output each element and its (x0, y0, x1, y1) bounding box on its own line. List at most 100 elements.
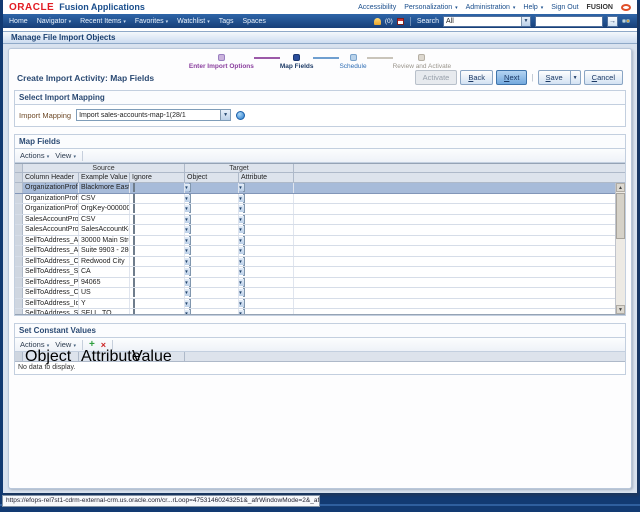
save-button[interactable]: Save (537, 70, 571, 85)
table-row[interactable]: OrganizationProfile_P OrgKey-0000003 ▼ ▼ (15, 204, 615, 215)
ignore-checkbox[interactable] (133, 225, 135, 234)
ignore-checkbox[interactable] (133, 246, 135, 255)
attribute-select[interactable]: ▼ (239, 193, 245, 203)
ignore-checkbox[interactable] (133, 214, 135, 224)
ignore-checkbox[interactable] (133, 204, 135, 213)
object-select[interactable]: ▼ (185, 204, 191, 213)
search-go-button[interactable]: → (607, 15, 618, 27)
nav-recent-items[interactable]: Recent Items ▾ (80, 18, 126, 25)
column-header-object: Object (23, 349, 79, 365)
sign-out-link[interactable]: Sign Out (551, 4, 578, 11)
import-mapping-select[interactable]: Import sales-accounts-map-1(28/1 ▼ (76, 109, 232, 121)
table-row[interactable]: SellToAddress_Postal 94065 ▼ ▼ (15, 277, 615, 288)
ignore-checkbox[interactable] (133, 267, 135, 276)
object-select[interactable]: ▼ (185, 246, 191, 255)
ignore-checkbox[interactable] (133, 277, 135, 287)
filler-cell (615, 173, 625, 182)
attribute-cell: ▼ (239, 183, 294, 193)
help-menu[interactable]: Help ▾ (523, 4, 543, 11)
train-step-map-fields[interactable]: Map Fields (280, 54, 313, 70)
advanced-search-icon[interactable] (622, 17, 631, 25)
column-header-cell: SellToAddress_Identif (23, 298, 79, 308)
attribute-select[interactable]: ▼ (239, 246, 245, 255)
table-row[interactable]: SellToAddress_City Redwood City ▼ ▼ (15, 256, 615, 267)
ignore-checkbox[interactable] (133, 235, 135, 245)
attribute-select[interactable]: ▼ (239, 256, 245, 266)
table-row[interactable]: SalesAccountProfile_I CSV ▼ ▼ (15, 214, 615, 225)
object-select[interactable]: ▼ (185, 193, 191, 203)
table-row[interactable]: OrganizationProfile_C Blackmore East Cor… (15, 183, 615, 194)
object-select[interactable]: ▼ (185, 225, 191, 234)
object-select[interactable]: ▼ (185, 298, 191, 308)
row-header-cell (15, 288, 23, 298)
object-select[interactable]: ▼ (185, 256, 191, 266)
table-row[interactable]: SellToAddress_Count US ▼ ▼ (15, 288, 615, 299)
ignore-checkbox[interactable] (133, 193, 135, 203)
object-select[interactable]: ▼ (185, 214, 191, 224)
accessibility-link[interactable]: Accessibility (358, 4, 396, 11)
calendar-icon[interactable] (396, 17, 404, 25)
object-select[interactable]: ▼ (185, 309, 191, 314)
table-row[interactable]: OrganizationProfile_P CSV ▼ ▼ (15, 193, 615, 204)
ignore-checkbox[interactable] (133, 256, 135, 266)
table-row[interactable]: SellToAddress_Addre Suite 9903 - 2803 ▼ … (15, 246, 615, 257)
nav-watchlist[interactable]: Watchlist ▾ (177, 18, 210, 25)
chevron-down-icon: ▾ (73, 154, 76, 160)
scroll-down-icon[interactable]: ▼ (616, 305, 625, 314)
search-scope-select[interactable]: All ▼ (443, 15, 531, 27)
object-select[interactable]: ▼ (185, 277, 191, 287)
save-menu-chevron-down-icon[interactable]: ▼ (570, 70, 581, 85)
object-select[interactable]: ▼ (185, 267, 191, 276)
ignore-checkbox[interactable] (133, 288, 135, 297)
train-stops: Enter Import Options Map Fields Schedule (14, 54, 626, 70)
administration-menu[interactable]: Administration ▾ (466, 4, 516, 11)
nav-favorites[interactable]: Favorites ▾ (135, 18, 168, 25)
nav-tags[interactable]: Tags (219, 18, 234, 25)
attribute-select[interactable]: ▼ (239, 235, 245, 245)
train-step-schedule[interactable]: Schedule (339, 54, 367, 70)
info-icon[interactable] (236, 110, 246, 120)
table-row[interactable]: SellToAddress_Identif Y ▼ ▼ (15, 298, 615, 309)
attribute-select[interactable]: ▼ (239, 267, 245, 276)
table-row[interactable]: SellToAddress_SiteU SELL_TO ▼ ▼ (15, 309, 615, 314)
attribute-select[interactable]: ▼ (239, 204, 245, 213)
nav-spaces[interactable]: Spaces (243, 18, 266, 25)
attribute-select[interactable]: ▼ (239, 277, 245, 287)
table-rows: OrganizationProfile_C Blackmore East Cor… (15, 183, 615, 314)
object-cell: ▼ (185, 235, 239, 245)
nav-navigator[interactable]: Navigator ▾ (37, 18, 71, 25)
attribute-select[interactable]: ▼ (239, 298, 245, 308)
attribute-select[interactable]: ▼ (239, 183, 245, 192)
table-row[interactable]: SalesAccountProfile_I SalesAccountKey-00… (15, 225, 615, 236)
scroll-up-icon[interactable]: ▲ (616, 183, 625, 192)
attribute-select[interactable]: ▼ (239, 288, 245, 297)
table-row[interactable]: SellToAddress_State CA ▼ ▼ (15, 267, 615, 278)
attribute-select[interactable]: ▼ (239, 225, 245, 234)
object-select[interactable]: ▼ (185, 183, 191, 192)
personalization-menu[interactable]: Personalization ▾ (404, 4, 457, 11)
next-button[interactable]: Next (496, 70, 528, 85)
chevron-down-icon: ▾ (455, 4, 458, 11)
view-menu[interactable]: View ▾ (55, 151, 76, 160)
ignore-checkbox[interactable] (133, 309, 135, 314)
object-select[interactable]: ▼ (185, 235, 191, 245)
back-button[interactable]: Back (460, 70, 494, 85)
example-value-cell: OrgKey-0000003 (81, 204, 130, 214)
vertical-scrollbar[interactable]: ▲ ▼ (615, 183, 625, 314)
scrollbar-thumb[interactable] (616, 193, 625, 239)
nav-home[interactable]: Home (9, 18, 28, 25)
scrollbar-track[interactable] (616, 240, 625, 305)
search-input[interactable] (535, 15, 603, 27)
train-connector (253, 57, 280, 59)
table-row[interactable]: SellToAddress_Addre 30000 Main Street ▼ … (15, 235, 615, 246)
row-header-cell (15, 204, 23, 214)
attribute-select[interactable]: ▼ (239, 214, 245, 224)
object-select[interactable]: ▼ (185, 288, 191, 297)
ignore-checkbox[interactable] (133, 183, 135, 192)
attribute-select[interactable]: ▼ (239, 309, 245, 314)
train-step-enter-import-options[interactable]: Enter Import Options (189, 54, 254, 70)
cancel-button[interactable]: Cancel (583, 70, 623, 85)
ignore-checkbox[interactable] (133, 298, 135, 308)
notifications-bell-icon[interactable] (373, 17, 381, 25)
actions-menu[interactable]: Actions ▾ (20, 151, 49, 160)
